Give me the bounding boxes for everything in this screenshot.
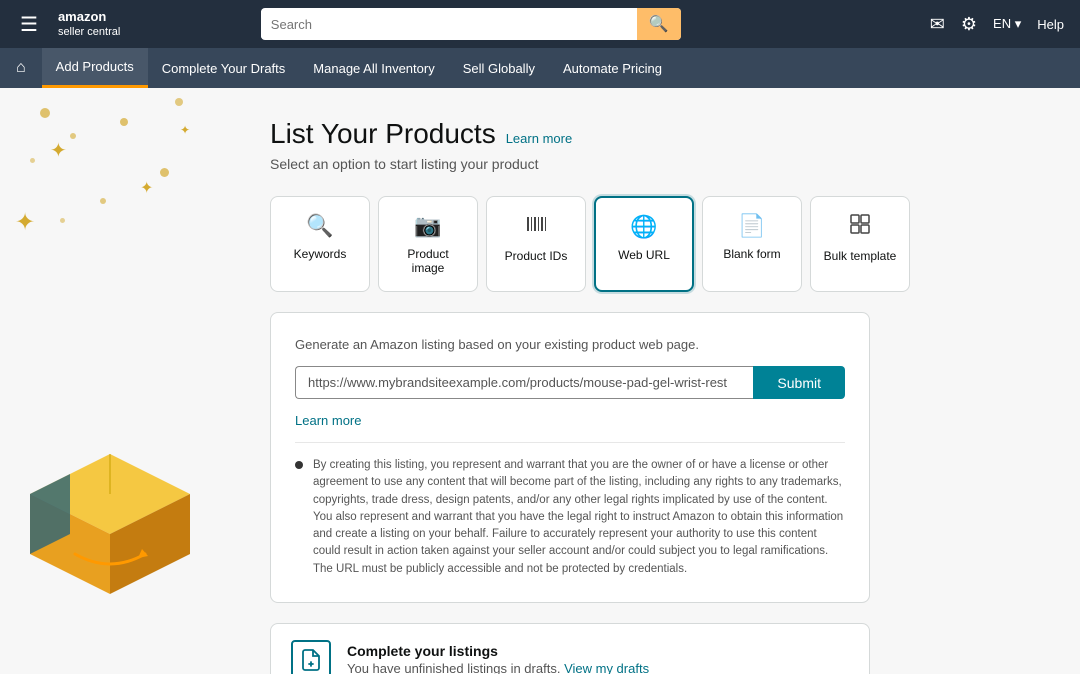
option-product-ids-label: Product IDs [505,249,568,263]
nav-complete-drafts[interactable]: Complete Your Drafts [148,48,300,88]
product-ids-icon [525,213,547,241]
option-web-url-label: Web URL [618,248,670,262]
amazon-box-illustration [20,434,200,614]
option-bulk-template[interactable]: Bulk template [810,196,910,292]
url-input-row: Submit [295,366,845,399]
search-bar: 🔍 [261,8,681,40]
page-title: List Your Products Learn more [270,118,1040,150]
mail-icon[interactable]: ✉ [930,14,945,35]
bulk-template-icon [849,213,871,241]
option-blank-form[interactable]: 📄 Blank form [702,196,802,292]
settings-icon[interactable]: ⚙ [961,14,977,35]
left-decoration: ✦ ✦ ✦ ✦ [0,88,230,674]
option-blank-form-label: Blank form [723,247,780,261]
option-product-ids[interactable]: Product IDs [486,196,586,292]
nav-automate-pricing[interactable]: Automate Pricing [549,48,676,88]
search-input[interactable] [261,11,637,38]
url-input[interactable] [295,366,753,399]
hamburger-menu[interactable]: ☰ [16,8,42,41]
view-drafts-link[interactable]: View my drafts [564,661,649,674]
url-section-description: Generate an Amazon listing based on your… [295,337,845,352]
nav-manage-inventory[interactable]: Manage All Inventory [299,48,448,88]
draft-icon [291,640,331,674]
web-url-icon: 🌐 [630,214,657,240]
top-navigation: ☰ amazonseller central 🔍 ✉ ⚙ EN ▾ Help [0,0,1080,48]
option-product-image-label: Product image [391,247,465,275]
product-image-icon: 📷 [414,213,441,239]
draft-subtitle: You have unfinished listings in drafts. … [347,661,649,674]
language-selector[interactable]: EN ▾ [993,16,1021,32]
submit-button[interactable]: Submit [753,366,845,399]
content-area: List Your Products Learn more Select an … [230,88,1080,674]
option-web-url[interactable]: 🌐 Web URL [594,196,694,292]
nav-sell-globally[interactable]: Sell Globally [449,48,549,88]
search-button[interactable]: 🔍 [637,8,681,40]
url-input-section: Generate an Amazon listing based on your… [270,312,870,603]
page-learn-more-link[interactable]: Learn more [506,131,572,146]
legal-text: By creating this listing, you represent … [313,457,845,578]
logo-text: amazonseller central [58,10,120,39]
draft-title: Complete your listings [347,643,649,659]
option-keywords[interactable]: 🔍 Keywords [270,196,370,292]
nav-right: ✉ ⚙ EN ▾ Help [930,14,1064,35]
draft-section: Complete your listings You have unfinish… [270,623,870,674]
draft-text-area: Complete your listings You have unfinish… [347,643,649,674]
legal-bullet [295,461,303,469]
page-subtitle: Select an option to start listing your p… [270,156,1040,172]
logo: amazonseller central [58,10,120,39]
listing-options-row: 🔍 Keywords 📷 Product image [270,196,1040,292]
home-icon[interactable]: ⌂ [16,59,26,77]
secondary-navigation: ⌂ Add Products Complete Your Drafts Mana… [0,48,1080,88]
legal-section: By creating this listing, you represent … [295,442,845,578]
option-keywords-label: Keywords [294,247,347,261]
main-content: ✦ ✦ ✦ ✦ List Your Products Learn more [0,88,1080,674]
option-product-image[interactable]: 📷 Product image [378,196,478,292]
keywords-icon: 🔍 [306,213,333,239]
nav-add-products[interactable]: Add Products [42,48,148,88]
option-bulk-template-label: Bulk template [824,249,897,263]
url-learn-more-link[interactable]: Learn more [295,413,361,428]
learn-more-row: Learn more [295,413,845,428]
blank-form-icon: 📄 [738,213,765,239]
help-link[interactable]: Help [1037,17,1064,32]
